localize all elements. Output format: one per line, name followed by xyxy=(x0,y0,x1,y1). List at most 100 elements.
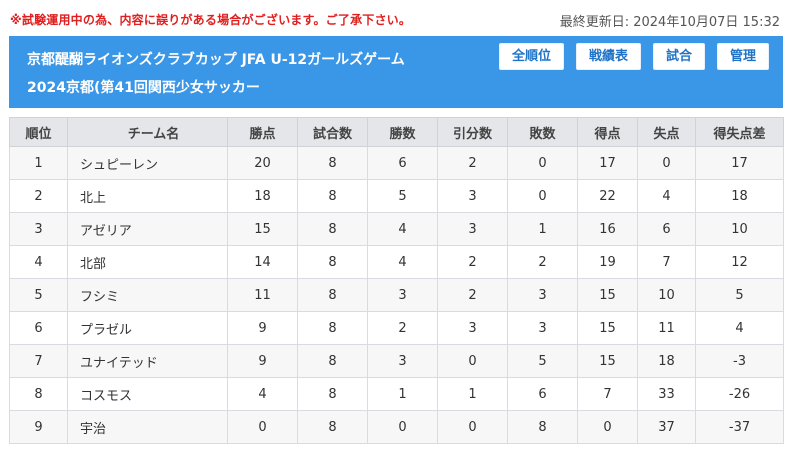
cell-goal-diff: 5 xyxy=(695,278,784,312)
col-header-goal-diff: 得失点差 xyxy=(695,117,784,147)
cell-points: 0 xyxy=(227,410,298,444)
cell-goals-for: 15 xyxy=(577,278,638,312)
table-row: 7 ユナイテッド 9 8 3 0 5 15 18 -3 xyxy=(9,344,784,378)
cell-goals-against: 18 xyxy=(637,344,696,378)
cell-team[interactable]: アゼリア xyxy=(67,212,228,246)
cell-points: 9 xyxy=(227,311,298,345)
cell-played: 8 xyxy=(297,311,368,345)
cell-draws: 2 xyxy=(437,146,508,180)
cell-rank: 1 xyxy=(9,146,68,180)
trial-notice: ※試験運用中の為、内容に誤りがある場合がございます。ご了承下さい。 xyxy=(10,13,412,27)
tournament-title: 京都醍醐ライオンズクラブカップ JFA U-12ガールズゲーム 2024京都(第… xyxy=(27,46,497,102)
cell-rank: 5 xyxy=(9,278,68,312)
cell-goal-diff: -3 xyxy=(695,344,784,378)
cell-team[interactable]: 北上 xyxy=(67,179,228,213)
col-header-goals-for: 得点 xyxy=(577,117,638,147)
cell-wins: 3 xyxy=(367,344,438,378)
cell-goals-against: 4 xyxy=(637,179,696,213)
cell-wins: 4 xyxy=(367,245,438,279)
admin-button[interactable]: 管理 xyxy=(716,43,769,70)
cell-points: 9 xyxy=(227,344,298,378)
col-header-team: チーム名 xyxy=(67,117,228,147)
cell-team[interactable]: 北部 xyxy=(67,245,228,279)
all-standings-button[interactable]: 全順位 xyxy=(498,43,564,70)
cell-points: 4 xyxy=(227,377,298,411)
top-bar: ※試験運用中の為、内容に誤りがある場合がございます。ご了承下さい。 最終更新日:… xyxy=(0,0,792,36)
cell-wins: 3 xyxy=(367,278,438,312)
cell-team[interactable]: フシミ xyxy=(67,278,228,312)
table-row: 6 プラゼル 9 8 2 3 3 15 11 4 xyxy=(9,311,784,345)
cell-goals-against: 7 xyxy=(637,245,696,279)
cell-losses: 3 xyxy=(507,311,578,345)
cell-rank: 7 xyxy=(9,344,68,378)
cell-team[interactable]: シュピーレン xyxy=(67,146,228,180)
cell-losses: 5 xyxy=(507,344,578,378)
cell-goals-against: 37 xyxy=(637,410,696,444)
cell-rank: 9 xyxy=(9,410,68,444)
last-updated: 最終更新日: 2024年10月07日 15:32 xyxy=(559,15,780,30)
cell-goal-diff: 4 xyxy=(695,311,784,345)
cell-rank: 3 xyxy=(9,212,68,246)
cell-draws: 2 xyxy=(437,245,508,279)
cell-draws: 1 xyxy=(437,377,508,411)
cell-goals-against: 10 xyxy=(637,278,696,312)
cell-goals-for: 7 xyxy=(577,377,638,411)
cell-draws: 0 xyxy=(437,344,508,378)
cell-draws: 0 xyxy=(437,410,508,444)
cell-wins: 4 xyxy=(367,212,438,246)
cell-played: 8 xyxy=(297,278,368,312)
cell-played: 8 xyxy=(297,212,368,246)
cell-losses: 8 xyxy=(507,410,578,444)
table-row: 1 シュピーレン 20 8 6 2 0 17 0 17 xyxy=(9,146,784,180)
cell-team[interactable]: プラゼル xyxy=(67,311,228,345)
cell-goal-diff: 17 xyxy=(695,146,784,180)
cell-played: 8 xyxy=(297,344,368,378)
cell-draws: 2 xyxy=(437,278,508,312)
tournament-title-line2: 2024京都(第41回関西少女サッカー xyxy=(27,80,260,96)
cell-points: 15 xyxy=(227,212,298,246)
cell-played: 8 xyxy=(297,146,368,180)
cell-losses: 0 xyxy=(507,146,578,180)
cell-goals-against: 33 xyxy=(637,377,696,411)
cell-draws: 3 xyxy=(437,311,508,345)
results-table-button[interactable]: 戦績表 xyxy=(575,43,641,70)
table-row: 9 宇治 0 8 0 0 8 0 37 -37 xyxy=(9,410,784,444)
cell-played: 8 xyxy=(297,245,368,279)
cell-team[interactable]: ユナイテッド xyxy=(67,344,228,378)
cell-goals-for: 16 xyxy=(577,212,638,246)
cell-points: 14 xyxy=(227,245,298,279)
cell-wins: 6 xyxy=(367,146,438,180)
cell-points: 11 xyxy=(227,278,298,312)
cell-goals-against: 0 xyxy=(637,146,696,180)
cell-losses: 6 xyxy=(507,377,578,411)
cell-rank: 6 xyxy=(9,311,68,345)
cell-draws: 3 xyxy=(437,179,508,213)
table-row: 4 北部 14 8 4 2 2 19 7 12 xyxy=(9,245,784,279)
cell-draws: 3 xyxy=(437,212,508,246)
table-header-row: 順位 チーム名 勝点 試合数 勝数 引分数 敗数 得点 失点 得失点差 xyxy=(9,117,784,147)
cell-team[interactable]: コスモス xyxy=(67,377,228,411)
cell-losses: 2 xyxy=(507,245,578,279)
cell-wins: 2 xyxy=(367,311,438,345)
cell-goals-for: 17 xyxy=(577,146,638,180)
cell-goal-diff: 18 xyxy=(695,179,784,213)
cell-goals-for: 0 xyxy=(577,410,638,444)
col-header-wins: 勝数 xyxy=(367,117,438,147)
cell-losses: 0 xyxy=(507,179,578,213)
tournament-title-line1: 京都醍醐ライオンズクラブカップ JFA U-12ガールズゲーム xyxy=(27,52,405,68)
cell-team[interactable]: 宇治 xyxy=(67,410,228,444)
cell-goals-for: 15 xyxy=(577,344,638,378)
cell-wins: 1 xyxy=(367,377,438,411)
cell-rank: 2 xyxy=(9,179,68,213)
table-row: 3 アゼリア 15 8 4 3 1 16 6 10 xyxy=(9,212,784,246)
cell-played: 8 xyxy=(297,410,368,444)
table-row: 2 北上 18 8 5 3 0 22 4 18 xyxy=(9,179,784,213)
cell-goal-diff: -26 xyxy=(695,377,784,411)
col-header-goals-against: 失点 xyxy=(637,117,696,147)
table-row: 8 コスモス 4 8 1 1 6 7 33 -26 xyxy=(9,377,784,411)
cell-goals-for: 22 xyxy=(577,179,638,213)
matches-button[interactable]: 試合 xyxy=(652,43,705,70)
cell-goals-against: 11 xyxy=(637,311,696,345)
col-header-points: 勝点 xyxy=(227,117,298,147)
cell-rank: 4 xyxy=(9,245,68,279)
